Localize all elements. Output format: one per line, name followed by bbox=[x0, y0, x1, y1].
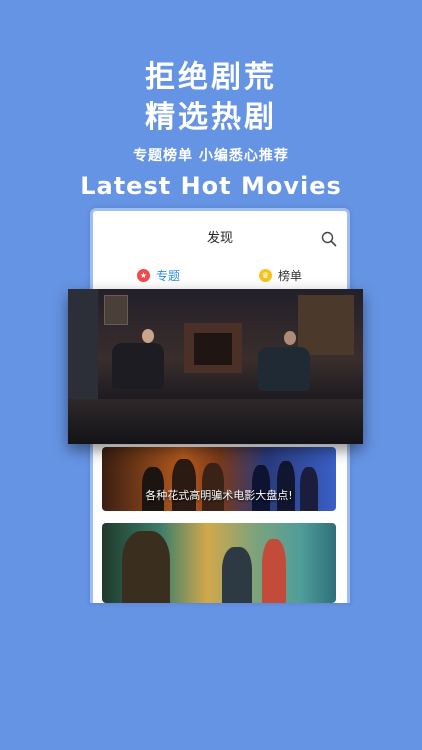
scene-person-right bbox=[284, 331, 296, 345]
featured-movie-banner[interactable] bbox=[68, 289, 363, 444]
top-bar: 发现 bbox=[93, 211, 347, 261]
scene-floor-reflection bbox=[68, 399, 363, 444]
poster-figure bbox=[262, 539, 286, 603]
tab-topics[interactable]: ★ 专题 bbox=[137, 267, 180, 284]
scene-window bbox=[68, 289, 98, 399]
promo-headline-2: 精选热剧 bbox=[145, 100, 277, 135]
tab-ranking-label: 榜单 bbox=[278, 269, 303, 283]
search-icon[interactable] bbox=[321, 231, 337, 247]
poster-figure bbox=[277, 461, 295, 511]
page-title: 发现 bbox=[206, 231, 233, 246]
promo-english-title: Latest Hot Movies bbox=[80, 172, 342, 200]
scene-frame bbox=[104, 295, 128, 325]
scene-armchair-left bbox=[112, 343, 164, 389]
star-icon: ★ bbox=[137, 269, 150, 282]
promo-subheadline: 专题榜单 小编悉心推荐 bbox=[133, 148, 289, 164]
poster-figure bbox=[122, 531, 170, 603]
promo-headline-1: 拒绝剧荒 bbox=[145, 60, 277, 95]
tab-ranking[interactable]: ♛ 榜单 bbox=[259, 267, 302, 284]
poster-figure bbox=[222, 547, 252, 603]
scene-bookshelf bbox=[298, 295, 354, 355]
scene-armchair-right bbox=[258, 347, 310, 391]
trophy-icon: ♛ bbox=[259, 269, 272, 282]
poster-figure bbox=[172, 459, 196, 511]
card-caption: 各种花式高明骗术电影大盘点! bbox=[145, 489, 293, 502]
scene-fireplace-opening bbox=[194, 333, 232, 365]
topic-card[interactable]: 各种花式高明骗术电影大盘点! bbox=[102, 447, 336, 511]
tab-topics-label: 专题 bbox=[156, 269, 181, 283]
scene-person-left bbox=[142, 329, 154, 343]
topic-card[interactable] bbox=[102, 523, 336, 603]
